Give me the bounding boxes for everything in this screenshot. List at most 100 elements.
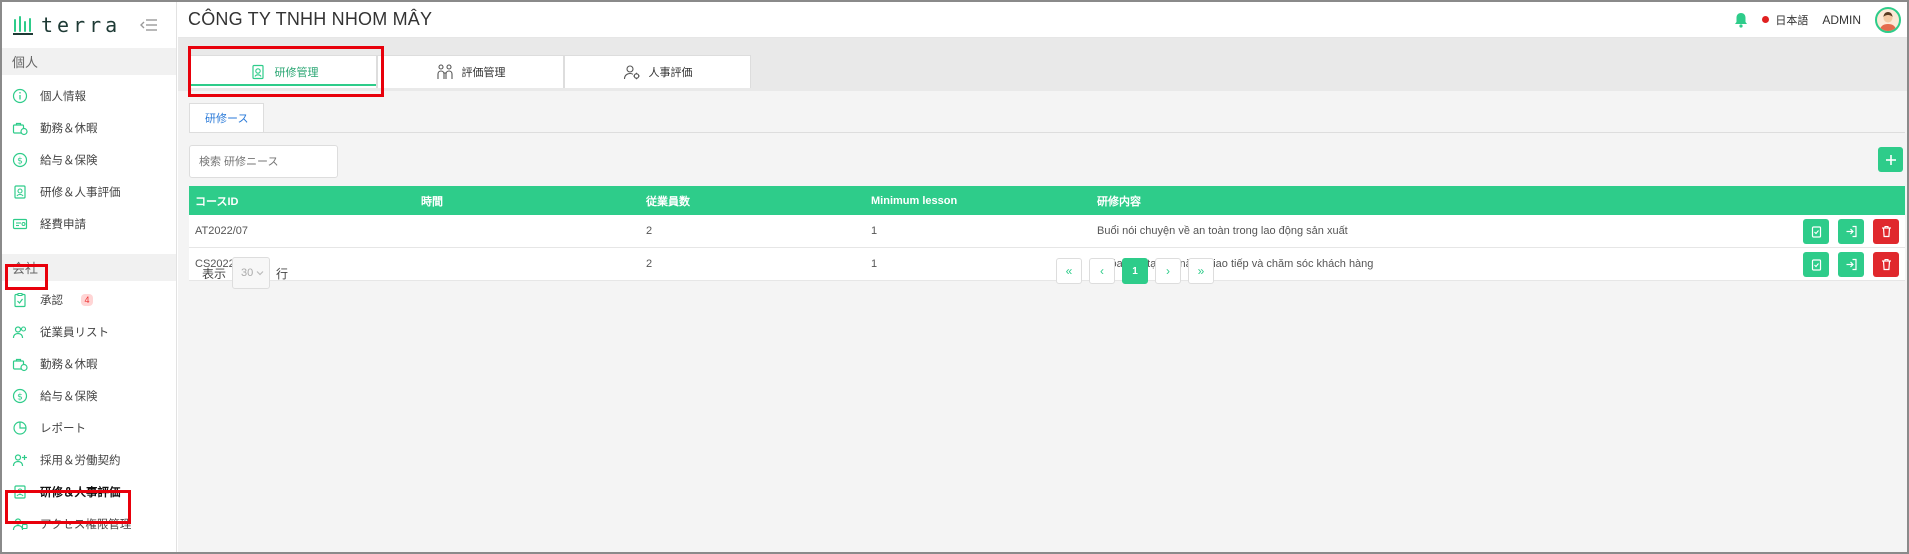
- cell-course-id: AT2022/07: [195, 225, 249, 237]
- delete-button[interactable]: [1873, 218, 1899, 244]
- sidebar-item-label: 給与＆保険: [40, 391, 98, 403]
- tab-label: 研修管理: [274, 67, 319, 79]
- table-row[interactable]: CS2022/07 2 1 Khóa đào tạo kỹ năng giao …: [189, 248, 1905, 281]
- language-label: 日本語: [1775, 14, 1809, 27]
- sidebar: terra 個人 個人情報 勤務＆休暇 $ 給与＆保険 研修＆人事評価 経費申請…: [2, 2, 177, 552]
- enroll-button[interactable]: [1838, 251, 1864, 277]
- column-header-time[interactable]: 時間: [415, 193, 640, 209]
- first-page-button[interactable]: «: [1056, 258, 1082, 284]
- clipboard-icon: [1811, 225, 1821, 238]
- column-header-min-lesson[interactable]: Minimum lesson: [865, 195, 1091, 207]
- sidebar-item-label: 経費申請: [40, 219, 86, 231]
- brand-name: terra: [41, 13, 122, 37]
- enroll-button[interactable]: [1838, 218, 1864, 244]
- sidebar-item-expense[interactable]: 経費申請: [2, 208, 176, 240]
- column-header-course-id[interactable]: コースID: [189, 193, 415, 209]
- clipboard-icon: [1811, 258, 1821, 271]
- sidebar-item-company-training[interactable]: 研修＆人事評価: [2, 476, 176, 508]
- page-size-select[interactable]: 30: [232, 257, 271, 289]
- employees-icon: [12, 326, 27, 339]
- plus-icon: [1885, 154, 1896, 165]
- sidebar-item-label: 承認: [40, 295, 63, 307]
- sidebar-item-label: レポート: [40, 423, 86, 435]
- user-avatar-icon: [1880, 11, 1896, 31]
- delete-button[interactable]: [1873, 251, 1899, 277]
- table-row[interactable]: AT2022/07 2 1 Buổi nói chuyện về an toàn…: [189, 215, 1905, 248]
- work-leave-icon: [12, 122, 28, 136]
- section-company: 会社: [2, 254, 176, 281]
- tab-hr-evaluation[interactable]: 人事評価: [564, 55, 751, 88]
- sidebar-item-work-leave[interactable]: 勤務＆休暇: [2, 112, 176, 144]
- tab-evaluation-management[interactable]: 評価管理: [377, 55, 564, 88]
- bell-icon[interactable]: [1734, 12, 1748, 28]
- cell-min-lesson: 1: [871, 225, 878, 237]
- terra-logo-icon: [13, 16, 33, 35]
- cell-content: Buổi nói chuyện về an toàn trong lao độn…: [1097, 225, 1348, 237]
- column-header-employees[interactable]: 従業員数: [640, 193, 865, 209]
- sidebar-item-salary[interactable]: $ 給与＆保険: [2, 144, 176, 176]
- salary-icon: $: [12, 388, 28, 404]
- sidebar-item-label: アクセス権限管理: [40, 519, 132, 531]
- terra-logo[interactable]: terra: [12, 13, 121, 37]
- work-leave-icon: [12, 358, 28, 372]
- course-table: コースID 時間 従業員数 Minimum lesson 研修内容 AT2022…: [189, 186, 1905, 281]
- sidebar-item-label: 給与＆保険: [40, 155, 98, 167]
- page-size-value: 30: [241, 267, 254, 279]
- sidebar-item-training[interactable]: 研修＆人事評価: [2, 176, 176, 208]
- approval-count-badge: 4: [81, 294, 93, 306]
- sidebar-item-access[interactable]: アクセス権限管理: [2, 508, 176, 540]
- recruit-icon: [12, 454, 27, 467]
- pagination: « ‹ 1 › »: [1056, 258, 1214, 284]
- module-tabs: 研修管理 評価管理 人事評価: [178, 38, 1907, 91]
- sidebar-item-report[interactable]: レポート: [2, 412, 176, 444]
- training-icon: [14, 185, 26, 199]
- prev-page-button[interactable]: ‹: [1089, 258, 1115, 284]
- last-page-button[interactable]: »: [1188, 258, 1214, 284]
- training-icon: [251, 64, 264, 80]
- sidebar-item-recruit[interactable]: 採用＆労働契約: [2, 444, 176, 476]
- sidebar-item-label: 研修＆人事評価: [40, 487, 121, 499]
- people-evaluation-icon: [436, 64, 453, 79]
- salary-icon: $: [12, 152, 28, 168]
- sidebar-item-employees[interactable]: 従業員リスト: [2, 316, 176, 348]
- sidebar-item-company-work-leave[interactable]: 勤務＆休暇: [2, 348, 176, 380]
- view-button[interactable]: [1803, 218, 1829, 244]
- sidebar-item-label: 従業員リスト: [40, 327, 109, 339]
- sub-tabs: 研修ース: [189, 103, 265, 133]
- user-settings-icon: [623, 65, 640, 80]
- cell-employees: 2: [646, 258, 653, 270]
- tab-label: 人事評価: [648, 67, 693, 79]
- add-course-button[interactable]: [1878, 147, 1903, 172]
- view-button[interactable]: [1803, 251, 1829, 277]
- section-personal: 個人: [2, 48, 176, 75]
- subtab-divider: [189, 132, 1905, 133]
- sidebar-item-label: 研修＆人事評価: [40, 187, 121, 199]
- search-input[interactable]: [189, 145, 338, 178]
- column-header-content[interactable]: 研修内容: [1091, 193, 1905, 209]
- table-header: コースID 時間 従業員数 Minimum lesson 研修内容: [189, 186, 1905, 215]
- sign-in-icon: [1846, 225, 1857, 237]
- next-page-button[interactable]: ›: [1155, 258, 1181, 284]
- user-name[interactable]: ADMIN: [1822, 13, 1861, 27]
- tab-label: 評価管理: [461, 67, 506, 79]
- sidebar-item-label: 採用＆労働契約: [40, 455, 121, 467]
- tab-training-course[interactable]: 研修ース: [189, 103, 265, 133]
- sidebar-item-company-salary[interactable]: $ 給与＆保険: [2, 380, 176, 412]
- sidebar-item-personal-info[interactable]: 個人情報: [2, 80, 176, 112]
- tab-training-management[interactable]: 研修管理: [190, 55, 377, 88]
- row-actions: [1803, 218, 1905, 244]
- show-label: 表示: [202, 266, 227, 281]
- sidebar-item-label: 勤務＆休暇: [40, 123, 98, 135]
- brand: terra: [2, 2, 176, 48]
- sidebar-item-label: 勤務＆休暇: [40, 359, 98, 371]
- chevron-down-icon: [256, 271, 264, 276]
- cell-employees: 2: [646, 225, 653, 237]
- collapse-sidebar-icon[interactable]: [140, 18, 158, 32]
- sidebar-item-approval[interactable]: 承認 4: [2, 284, 176, 316]
- approval-icon: [14, 293, 26, 308]
- access-icon: [12, 518, 28, 531]
- language-switcher[interactable]: 日本語: [1762, 12, 1808, 28]
- current-page-button[interactable]: 1: [1122, 258, 1148, 284]
- rows-label: 行: [276, 266, 289, 281]
- avatar[interactable]: [1875, 6, 1901, 33]
